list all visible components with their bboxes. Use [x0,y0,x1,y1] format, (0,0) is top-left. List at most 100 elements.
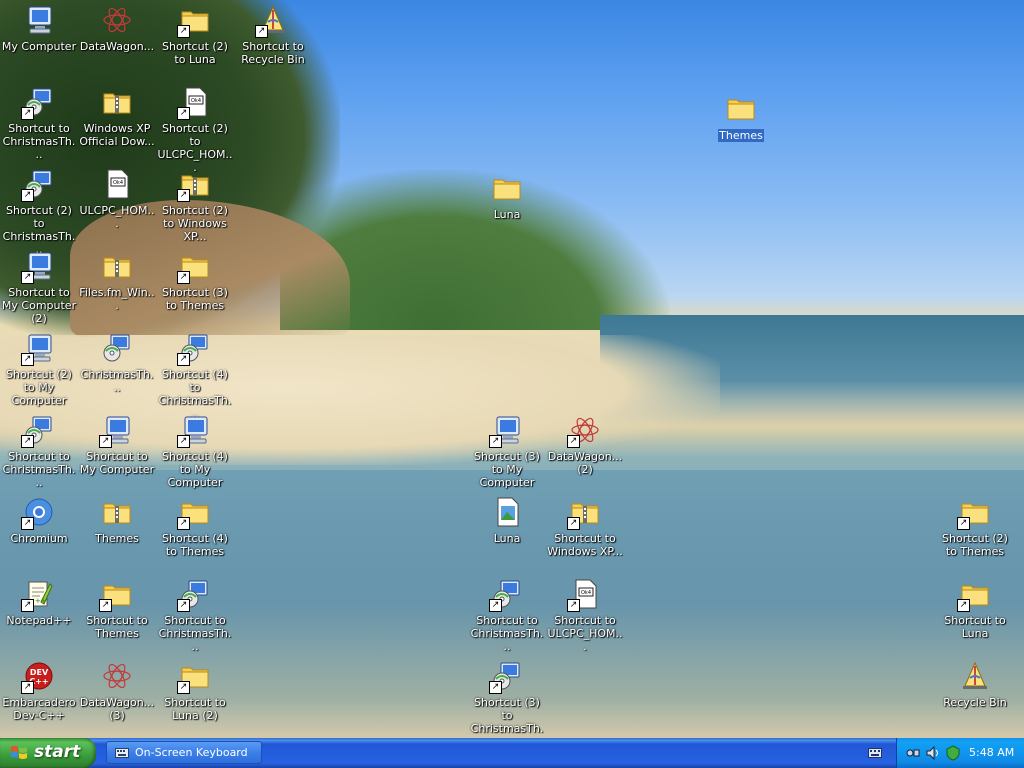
desktop-icon-label: Shortcut to Windows XP... [547,532,623,558]
christmas-theme-icon: ↗ [177,578,211,612]
desktop-icon[interactable]: Files.fm_Win... [78,250,156,312]
desktop-icon[interactable]: ↗ Shortcut (2) to Windows XP... [156,168,234,243]
shortcut-arrow-icon: ↗ [489,599,502,612]
desktop-icon[interactable]: ↗ Shortcut (4) to ChristmasTh... [156,332,234,420]
desktop-icon[interactable]: ↗ Shortcut (3) to ChristmasTh... [468,660,546,738]
taskbar: start On-Screen Keyboard 5:48 AM [0,738,1024,768]
christmas-theme-icon: ↗ [21,168,55,202]
christmas-theme-icon [101,332,133,364]
desktop-icon[interactable]: ↗ Shortcut to My Computer [78,414,156,476]
desktop-icon[interactable]: ChristmasTh... [78,332,156,394]
security-shield-icon[interactable] [945,745,961,761]
desktop-icon[interactable]: ↗ Shortcut to ChristmasTh... [468,578,546,653]
shortcut-arrow-icon: ↗ [177,435,190,448]
start-button[interactable]: start [0,738,96,768]
shortcut-arrow-icon: ↗ [567,599,580,612]
desktop-icon-label: Shortcut (4) to ChristmasTh... [158,368,232,420]
desktop-icon[interactable]: ↗ Shortcut to Recycle Bin [234,4,312,66]
keyboard-icon [115,748,129,758]
network-icon[interactable] [905,745,921,761]
image-file-icon [491,496,523,528]
desktop-icon[interactable]: DataWagon... [78,4,156,53]
computer-icon: ↗ [177,414,211,448]
christmas-theme-icon: ↗ [489,660,523,694]
chromium-icon: ↗ [21,496,55,530]
desktop-icon[interactable]: Themes [78,496,156,545]
shortcut-arrow-icon: ↗ [177,189,190,202]
svg-text:Ok4: Ok4 [113,180,123,186]
desktop-icon[interactable]: Themes [702,92,780,143]
desktop-icon[interactable]: ↗ Shortcut (2) to ChristmasTh... [0,168,78,256]
shortcut-arrow-icon: ↗ [21,107,34,120]
document-icon: Ok4 [101,168,133,200]
svg-text:Ok4: Ok4 [581,590,591,596]
desktop-icon-label: Chromium [10,532,68,545]
volume-icon[interactable] [925,745,941,761]
datawagon-icon [101,4,133,36]
folder-icon: ↗ [957,578,991,612]
desktop-icon-label: DataWagon... (3) [79,696,155,722]
desktop-icon[interactable]: ↗ Shortcut (2) to Luna [156,4,234,66]
zip-folder-icon [101,250,133,282]
desktop-icon[interactable]: ↗ Shortcut (4) to My Computer [156,414,234,489]
shortcut-arrow-icon: ↗ [21,599,34,612]
desktop-icon[interactable]: ↗ Shortcut to ChristmasTh... [156,578,234,653]
taskbar-button-on-screen-keyboard[interactable]: On-Screen Keyboard [106,741,262,764]
shortcut-arrow-icon: ↗ [21,353,34,366]
desktop-icon[interactable]: Windows XP Official Dow... [78,86,156,148]
input-language-icon[interactable] [868,747,882,759]
desktop-icon[interactable]: ↗ Shortcut to Luna (2) [156,660,234,722]
desktop-icon-label: Shortcut to Recycle Bin [241,40,305,66]
desktop-icon[interactable]: ↗ Shortcut to Luna [936,578,1014,640]
shortcut-arrow-icon: ↗ [489,435,502,448]
shortcut-arrow-icon: ↗ [177,107,190,120]
shortcut-arrow-icon: ↗ [489,681,502,694]
desktop-icon[interactable]: ↗ Shortcut (3) to Themes [156,250,234,312]
desktop-icon-label: Luna [493,532,521,545]
christmas-theme-icon: ↗ [177,332,211,366]
desktop-icon-label: Shortcut to My Computer (2) [1,286,77,325]
desktop-icon-label: Shortcut (3) to My Computer [474,450,540,489]
desktop-icon-label: My Computer [1,40,77,53]
desktop-icon[interactable]: ↗ Chromium [0,496,78,545]
desktop-icon[interactable]: Luna [468,172,546,221]
desktop-icon-label: Luna [493,208,521,221]
desktop-icon[interactable]: ↗ Shortcut (2) to My Computer [0,332,78,407]
desktop-icon[interactable]: My Computer [0,4,78,53]
desktop-icon[interactable]: ↗ Shortcut to Windows XP... [546,496,624,558]
zip-folder-icon: ↗ [567,496,601,530]
desktop-icon[interactable]: ↗ Shortcut (2) to Themes [936,496,1014,558]
desktop-icon-label: Files.fm_Win... [79,286,155,312]
desktop-icon[interactable]: Luna [468,496,546,545]
folder-icon: ↗ [177,496,211,530]
desktop-icon[interactable]: Ok4 ↗ Shortcut to ULCPC_HOM... [546,578,624,653]
desktop-icon[interactable]: ↗ Shortcut (3) to My Computer [468,414,546,489]
desktop-icon[interactable]: Ok4 ↗ Shortcut (2) to ULCPC_HOM... [156,86,234,174]
desktop-icon[interactable]: ↗ Shortcut to My Computer (2) [0,250,78,325]
shortcut-arrow-icon: ↗ [21,681,34,694]
desktop-icon[interactable]: ↗ Shortcut (4) to Themes [156,496,234,558]
zip-folder-icon: ↗ [177,168,211,202]
desktop-icon[interactable]: ++ ↗ Notepad++ [0,578,78,627]
desktop-icon[interactable]: ↗ DataWagon... (2) [546,414,624,476]
desktop-icon[interactable]: DataWagon... (3) [78,660,156,722]
shortcut-arrow-icon: ↗ [177,517,190,530]
shortcut-arrow-icon: ↗ [567,517,580,530]
desktop-icon-label: Themes [95,532,139,545]
folder-icon: ↗ [177,660,211,694]
desktop[interactable]: My Computer DataWagon... ↗ Shortcut (2) to … [0,0,1024,738]
desktop-icon-label: Embarcadero Dev-C++ [2,696,76,722]
desktop-icon[interactable]: ↗ Shortcut to Themes [78,578,156,640]
shortcut-arrow-icon: ↗ [21,517,34,530]
desktop-icon-label: Shortcut (2) to ChristmasTh... [2,204,76,256]
desktop-icon[interactable]: Ok4 ULCPC_HOM... [78,168,156,230]
desktop-icon[interactable]: DEV C++ ↗ Embarcadero Dev-C++ [0,660,78,722]
desktop-icon-label: Shortcut (2) to Windows XP... [162,204,228,243]
svg-text:Ok4: Ok4 [191,98,201,104]
desktop-icon[interactable]: ↗ Shortcut to ChristmasTh... [0,86,78,161]
shortcut-arrow-icon: ↗ [567,435,580,448]
clock[interactable]: 5:48 AM [969,746,1014,759]
desktop-icon[interactable]: Recycle Bin [936,660,1014,709]
desktop-icon[interactable]: ↗ Shortcut to ChristmasTh... [0,414,78,489]
desktop-icon-label: Shortcut (3) to ChristmasTh... [470,696,544,738]
